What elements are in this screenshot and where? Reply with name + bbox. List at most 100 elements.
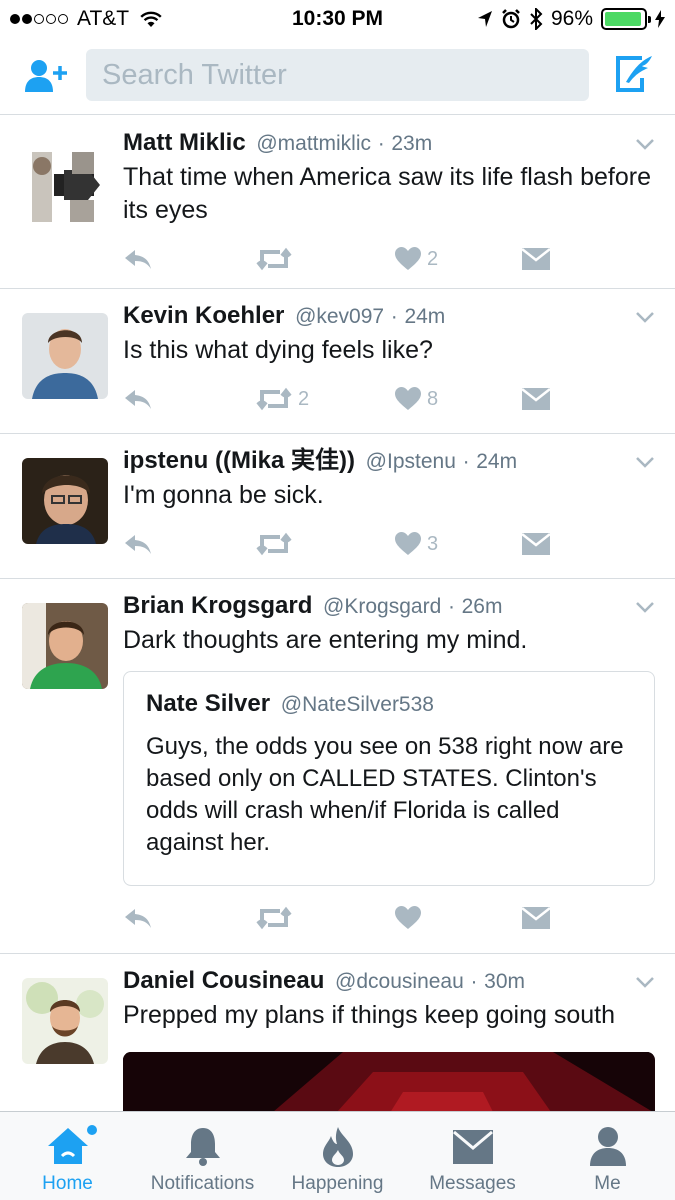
tweet-header: Matt Miklic @mattmiklic · 23m	[123, 128, 655, 159]
tweet-author-handle[interactable]: @Krogsgard	[323, 595, 441, 618]
tweet-header: Brian Krogsgard @Krogsgard · 26m	[123, 591, 655, 622]
like-button[interactable]: 8	[395, 385, 438, 413]
tweet-media-image[interactable]	[123, 1052, 655, 1111]
search-input[interactable]: Search Twitter	[86, 49, 589, 101]
reply-button[interactable]	[123, 245, 153, 273]
avatar[interactable]	[22, 313, 108, 399]
alarm-icon	[502, 9, 520, 29]
tweet-timestamp: 24m	[476, 450, 518, 473]
direct-message-button[interactable]	[522, 904, 550, 932]
reply-icon	[125, 390, 151, 409]
direct-message-button[interactable]	[522, 530, 550, 558]
retweet-icon	[256, 532, 292, 556]
quoted-tweet-text: Guys, the odds you see on 538 right now …	[146, 733, 624, 856]
tweet[interactable]: Matt Miklic @mattmiklic · 23m That time …	[0, 116, 675, 289]
chevron-down-icon[interactable]	[635, 138, 655, 150]
chevron-down-icon[interactable]	[635, 976, 655, 988]
like-button[interactable]: 3	[395, 530, 438, 558]
tab-bar: Home Notifications Happening Messages Me	[0, 1111, 675, 1200]
retweet-button[interactable]	[256, 530, 292, 558]
tweet-header: ipstenu ((Mika 実佳)) @Ipstenu · 24m	[123, 446, 655, 477]
retweet-button[interactable]	[256, 904, 292, 932]
tweet-author-name[interactable]: Brian Krogsgard	[123, 592, 312, 619]
reply-button[interactable]	[123, 904, 153, 932]
tab-messages[interactable]: Messages	[405, 1112, 540, 1200]
battery-percent: 96%	[550, 7, 593, 30]
tweet-author-handle[interactable]: @Ipstenu	[366, 450, 456, 473]
quoted-tweet[interactable]: Nate Silver @NateSilver538 Guys, the odd…	[123, 671, 655, 886]
retweet-button[interactable]: 2	[256, 385, 309, 413]
reply-icon	[125, 909, 151, 928]
tweet-timestamp: 24m	[404, 305, 446, 328]
tab-notifications[interactable]: Notifications	[135, 1112, 270, 1200]
tweet-author-name[interactable]: Matt Miklic	[123, 129, 246, 156]
tweet-separator: ·	[377, 132, 385, 155]
tweet-author-name[interactable]: ipstenu ((Mika 実佳))	[123, 447, 355, 474]
tweet-author-name[interactable]: Daniel Cousineau	[123, 967, 324, 994]
tab-me[interactable]: Me	[540, 1112, 675, 1200]
like-button[interactable]: 2	[395, 245, 438, 273]
tweet-separator: ·	[447, 595, 455, 618]
tweet-separator: ·	[390, 305, 398, 328]
retweet-icon	[256, 387, 292, 411]
tweet-timestamp: 30m	[484, 970, 525, 993]
reply-icon	[125, 250, 151, 269]
chevron-down-icon[interactable]	[635, 456, 655, 468]
reply-button[interactable]	[123, 530, 153, 558]
retweet-icon	[256, 906, 292, 930]
tab-home[interactable]: Home	[0, 1112, 135, 1200]
add-user-icon[interactable]	[24, 58, 70, 94]
home-icon	[47, 1128, 88, 1164]
retweet-button[interactable]	[256, 245, 292, 273]
timeline-feed[interactable]: Matt Miklic @mattmiklic · 23m That time …	[0, 116, 675, 1111]
battery-icon	[601, 8, 651, 30]
tweet-header: Daniel Cousineau @dcousineau · 30m	[123, 966, 655, 997]
tweet-text: Is this what dying feels like?	[123, 336, 433, 364]
tab-happening[interactable]: Happening	[270, 1112, 405, 1200]
tab-label: Me	[594, 1173, 621, 1194]
avatar[interactable]	[22, 603, 108, 689]
reply-icon	[125, 535, 151, 554]
avatar[interactable]	[22, 458, 108, 544]
tweet-author-name[interactable]: Kevin Koehler	[123, 302, 284, 329]
direct-message-button[interactable]	[522, 385, 550, 413]
tweet-text: I'm gonna be sick.	[123, 481, 324, 509]
tweet-header: Kevin Koehler @kev097 · 24m	[123, 301, 655, 332]
bell-icon	[185, 1128, 220, 1166]
search-placeholder: Search Twitter	[102, 59, 287, 91]
chevron-down-icon[interactable]	[635, 601, 655, 613]
tweet-separator: ·	[470, 970, 478, 993]
top-navigation: Search Twitter	[0, 38, 675, 115]
tweet-author-handle[interactable]: @mattmiklic	[256, 132, 371, 155]
like-count: 3	[427, 532, 439, 555]
tweet[interactable]: Kevin Koehler @kev097 · 24m Is this what…	[0, 289, 675, 434]
tweet-author-handle[interactable]: @kev097	[295, 305, 384, 328]
avatar[interactable]	[22, 144, 108, 230]
retweet-count: 2	[298, 387, 310, 410]
like-button[interactable]	[395, 904, 421, 932]
charging-bolt-icon	[655, 10, 665, 28]
quoted-author-name: Nate Silver	[146, 690, 271, 717]
direct-message-button[interactable]	[522, 245, 550, 273]
retweet-icon	[256, 247, 292, 271]
tweet[interactable]: Daniel Cousineau @dcousineau · 30m Prepp…	[0, 954, 675, 1111]
envelope-icon	[522, 248, 550, 270]
avatar[interactable]	[22, 978, 108, 1064]
chevron-down-icon[interactable]	[635, 311, 655, 323]
tweet-author-handle[interactable]: @dcousineau	[335, 970, 464, 993]
like-count: 2	[427, 247, 439, 270]
tab-label: Happening	[291, 1173, 384, 1194]
tweet[interactable]: ipstenu ((Mika 実佳)) @Ipstenu · 24m I'm g…	[0, 434, 675, 579]
tweet-separator: ·	[462, 450, 470, 473]
reply-button[interactable]	[123, 385, 153, 413]
tweet-text: Dark thoughts are entering my mind.	[123, 626, 528, 654]
tab-label: Notifications	[150, 1173, 255, 1194]
tweet-actions: 2 8	[123, 367, 655, 431]
compose-tweet-icon[interactable]	[612, 54, 656, 94]
tweet[interactable]: Brian Krogsgard @Krogsgard · 26m Dark th…	[0, 579, 675, 954]
location-arrow-icon	[477, 11, 492, 27]
envelope-icon	[522, 388, 550, 410]
new-content-indicator	[87, 1125, 97, 1135]
envelope-icon	[452, 1130, 493, 1164]
quoted-tweet-header: Nate Silver @NateSilver538	[146, 688, 632, 721]
